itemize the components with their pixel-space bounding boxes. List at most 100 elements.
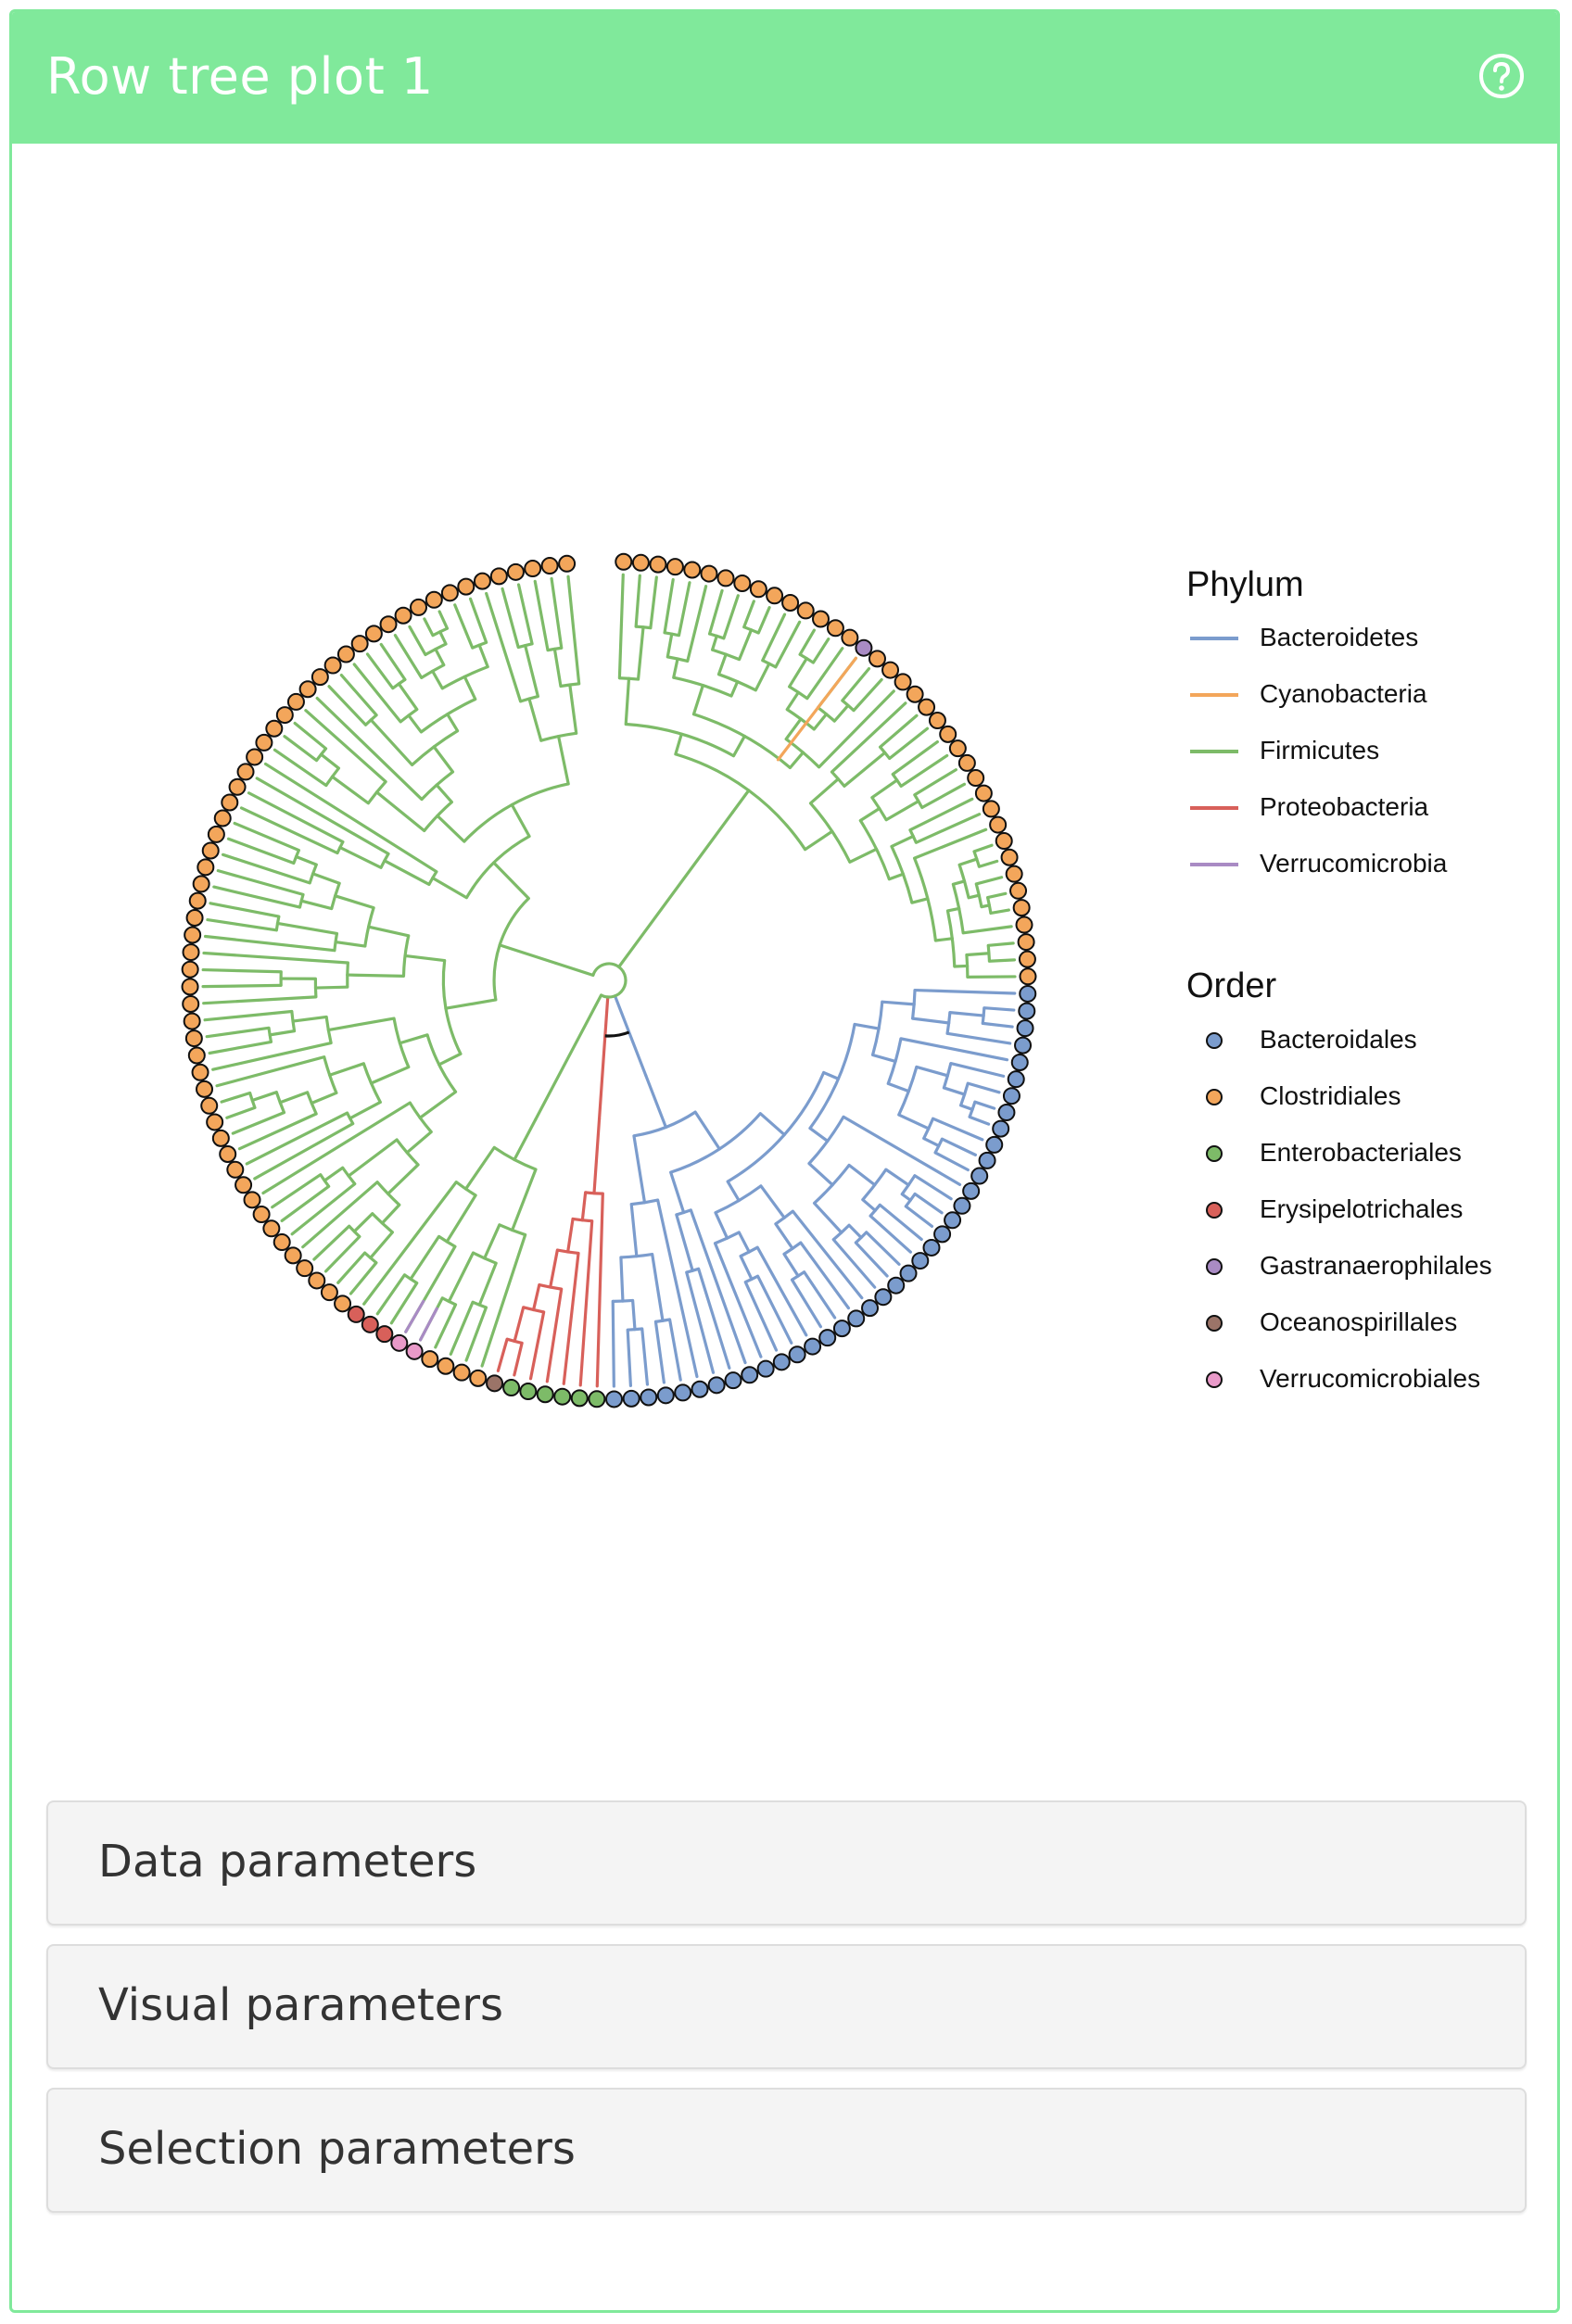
tree-branch <box>328 1062 365 1077</box>
tree-tip-point <box>226 1160 245 1179</box>
tree-tip-point <box>405 1342 424 1360</box>
tree-tip-point <box>185 909 204 928</box>
row-tree-plot-panel: Row tree plot 1 Phylum Bacteroidetes Cyano… <box>9 9 1560 2313</box>
visual-parameters-section[interactable]: Visual parameters <box>46 1944 1527 2069</box>
tree-branch <box>913 1192 944 1215</box>
tree-branch <box>958 1104 974 1111</box>
tree-tip-point <box>894 673 912 691</box>
tree-tip-point <box>184 1029 203 1048</box>
legend-label-order: Enterobacteriales <box>1260 1138 1462 1167</box>
tree-branch <box>237 1112 318 1151</box>
tree-branch <box>513 1341 524 1377</box>
tree-tip-point <box>939 725 957 743</box>
legend-key-dot <box>1206 1202 1223 1219</box>
tree-tip-point <box>861 1299 880 1318</box>
tree-tip-point <box>506 562 525 581</box>
tree-tip-point <box>640 1388 658 1407</box>
tree-plot-area: Phylum Bacteroidetes Cyanobacteria Firmicut… <box>12 144 1557 1765</box>
tree-tip-point <box>350 635 369 653</box>
tree-tip-point <box>265 719 284 738</box>
tree-branch <box>848 847 879 864</box>
tree-tip-point <box>255 733 273 752</box>
tree-branch <box>339 673 378 717</box>
tree-tip-point <box>519 1383 538 1401</box>
tree-branch <box>722 594 740 640</box>
tree-branch <box>513 1306 526 1343</box>
tree-branch <box>644 1073 668 1130</box>
tree-branch <box>468 597 488 644</box>
tree-branch <box>636 625 645 681</box>
tree-branch <box>631 1298 637 1332</box>
tree-branch <box>510 802 531 839</box>
tree-branch <box>945 1031 1012 1045</box>
tree-tip-point <box>1007 1070 1025 1089</box>
tree-tip-point <box>656 1386 675 1405</box>
tree-branch <box>900 1193 912 1202</box>
tree-branch <box>961 925 1013 935</box>
tree-tip-point <box>962 1181 981 1200</box>
tree-branch <box>346 973 406 978</box>
tree-branch <box>431 669 444 690</box>
tree-branch <box>201 967 283 974</box>
tree-tip-point <box>992 1119 1010 1138</box>
tree-branch <box>986 941 1015 947</box>
question-circle-icon[interactable] <box>1477 52 1526 100</box>
legend-label-order: Bacteroidales <box>1260 1025 1417 1054</box>
tree-branch <box>707 588 724 636</box>
tree-tip-point <box>832 1320 851 1338</box>
selection-parameters-section[interactable]: Selection parameters <box>46 2088 1527 2213</box>
tree-branch <box>742 600 755 629</box>
tree-branch <box>202 951 349 965</box>
tree-tip-point <box>967 769 985 788</box>
tree-branch <box>933 937 954 942</box>
tree-tip-point <box>252 1206 271 1224</box>
tree-branch <box>686 585 708 663</box>
tree-branch <box>617 573 625 680</box>
tree-tip-point <box>375 1325 394 1344</box>
tree-branch <box>231 1111 286 1135</box>
tree-branch <box>566 575 581 686</box>
tree-tip-point <box>749 580 767 599</box>
tree-branch <box>566 1217 575 1254</box>
tree-tip-point <box>1019 967 1037 986</box>
tree-branch <box>365 652 395 690</box>
legend-key-line <box>1190 693 1238 697</box>
legend-label-phylum: Firmicutes <box>1260 736 1380 764</box>
tree-branch <box>967 893 981 900</box>
tree-tip-point <box>469 1369 488 1387</box>
tree-tip-point <box>286 692 305 711</box>
tree-branch <box>798 628 817 656</box>
legend-label-order: Clostridiales <box>1260 1081 1401 1110</box>
tree-tip-point <box>918 698 936 716</box>
tree-branch <box>743 1280 779 1352</box>
tree-branch <box>731 734 746 758</box>
tree-branch <box>208 1040 273 1055</box>
tree-branch <box>273 748 328 788</box>
tree-branch <box>737 628 754 662</box>
tree-branch <box>672 657 679 679</box>
tree-tip-point <box>1019 984 1037 1003</box>
tree-tip-point <box>989 815 1008 834</box>
tree-tip-point <box>213 809 232 827</box>
tree-branch <box>758 1112 786 1137</box>
tree-branch <box>977 859 999 868</box>
tree-branch <box>463 675 477 701</box>
tree-tip-point <box>347 1305 365 1323</box>
tree-tip-point <box>674 1383 692 1402</box>
tree-tip-point <box>1002 1087 1021 1105</box>
tree-branch <box>380 1203 401 1225</box>
tree-branch <box>808 1126 830 1143</box>
tree-branch <box>387 1163 420 1195</box>
tree-branch <box>812 713 829 731</box>
tree-branch <box>986 891 1008 900</box>
tree-branch <box>349 1100 382 1120</box>
tree-arc <box>591 962 620 977</box>
tree-tip-point <box>502 1379 521 1397</box>
legend-label-phylum: Proteobacteria <box>1260 792 1429 821</box>
tree-tip-point <box>855 638 873 657</box>
tree-branch <box>811 637 830 664</box>
tree-branch <box>347 1138 399 1178</box>
tree-branch <box>710 634 718 651</box>
data-parameters-section[interactable]: Data parameters <box>46 1800 1527 1926</box>
tree-branch <box>527 697 543 742</box>
